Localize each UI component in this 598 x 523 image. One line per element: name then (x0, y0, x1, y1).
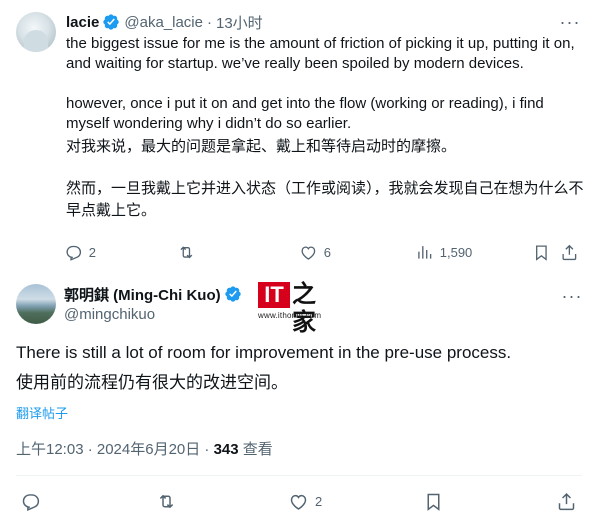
tweet-paragraph: however, once i put it on and get into t… (66, 95, 544, 132)
like-button[interactable]: 6 (299, 243, 331, 262)
like-button[interactable]: 2 (288, 491, 322, 512)
verified-badge-icon (103, 14, 120, 30)
reply-tweet[interactable]: lacie @aka_lacie · 13小时 ··· the biggest … (0, 0, 598, 263)
views-count: 1,590 (439, 244, 473, 260)
tweet-meta: 上午12:03 · 2024年6月20日 · 343 查看 (16, 440, 273, 460)
tweet-paragraph: 然而，一旦我戴上它并进入状态（工作或阅读），我就会发现自己在想为什么不早点戴上它… (66, 180, 584, 219)
separator-dot: · (206, 13, 212, 31)
like-count: 2 (315, 493, 323, 509)
share-button[interactable] (556, 491, 577, 512)
verified-badge-icon (224, 286, 241, 302)
avatar[interactable] (16, 284, 56, 324)
author-handle[interactable]: @aka_lacie (124, 14, 203, 31)
views-button[interactable]: 1,590 (415, 243, 472, 262)
view-count: 343 (213, 441, 239, 458)
bookmark-button[interactable] (423, 491, 444, 512)
tweet-text-translation: 使用前的流程仍有很大的改进空间。 (16, 373, 288, 392)
share-icon (558, 492, 575, 510)
tweet-text: There is still a lot of room for improve… (16, 343, 512, 362)
main-action-bar: 2 (20, 490, 580, 512)
retweet-button[interactable] (177, 243, 196, 262)
more-icon[interactable]: ··· (562, 286, 582, 306)
share-icon (562, 244, 577, 260)
bookmark-icon (427, 493, 440, 511)
translate-post-link[interactable]: 翻译帖子 (16, 405, 68, 423)
author-handle[interactable]: @mingchikuo (64, 305, 242, 325)
reply-count: 2 (88, 244, 96, 260)
author-name[interactable]: 郭明錤 (Ming-Chi Kuo) (64, 284, 221, 305)
like-count: 6 (323, 244, 331, 260)
retweet-icon (159, 494, 174, 508)
retweet-button[interactable] (156, 491, 177, 512)
logo-it: IT (258, 282, 290, 308)
logo-url: www.ithome.com (258, 311, 322, 320)
divider (16, 475, 582, 476)
more-icon[interactable]: ··· (560, 12, 580, 32)
views-icon (418, 245, 432, 259)
tweet-text: the biggest issue for me is the amount o… (66, 34, 586, 222)
reply-icon (66, 245, 82, 261)
bookmark-button[interactable] (532, 243, 551, 262)
reply-icon (22, 493, 40, 511)
timestamp[interactable]: 13小时 (216, 12, 263, 33)
main-tweet-header: 郭明錤 (Ming-Chi Kuo) @mingchikuo (64, 284, 242, 325)
retweet-icon (180, 245, 193, 259)
avatar[interactable] (16, 12, 56, 52)
like-icon (301, 246, 316, 260)
bookmark-icon (536, 245, 547, 261)
reply-button[interactable] (20, 491, 41, 512)
tweet-paragraph: 对我来说，最大的问题是拿起、戴上和等待启动时的摩擦。 (66, 138, 457, 155)
timestamp[interactable]: 上午12:03 · 2024年6月20日 · (16, 441, 214, 458)
tweet-paragraph: the biggest issue for me is the amount o… (66, 35, 575, 72)
logo-zh: 之家 (292, 279, 316, 336)
ithome-watermark-logo: IT 之家 www.ithome.com (258, 279, 328, 336)
reply-header: lacie @aka_lacie · 13小时 (66, 12, 263, 32)
views-label: 查看 (238, 441, 273, 458)
reply-action-bar: 2 6 1,590 (64, 242, 584, 262)
author-name[interactable]: lacie (66, 14, 99, 31)
reply-button[interactable]: 2 (64, 243, 96, 262)
like-icon (290, 494, 307, 510)
share-button[interactable] (560, 243, 579, 262)
